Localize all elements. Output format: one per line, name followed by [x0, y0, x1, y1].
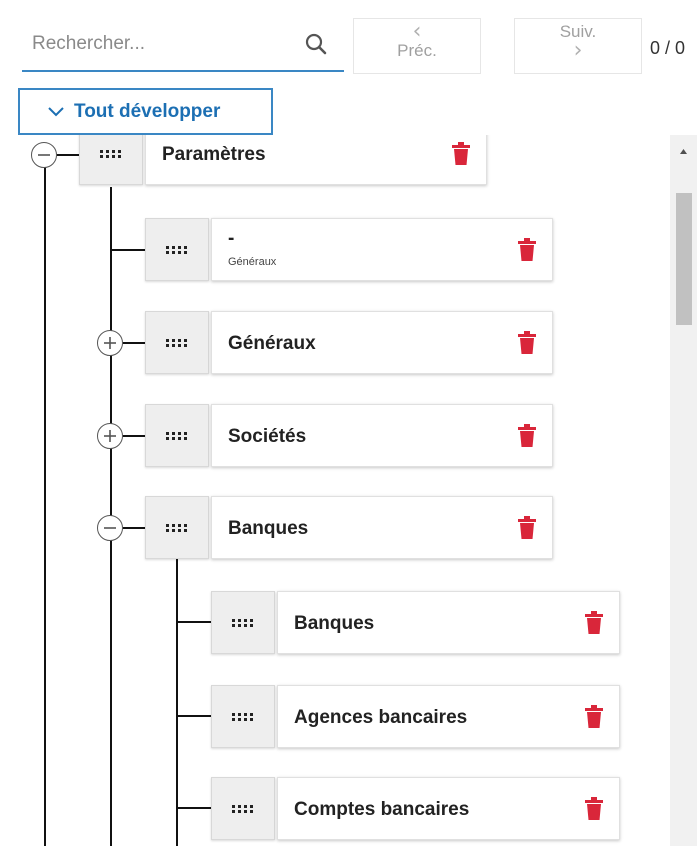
tree-view: Paramètres - Généraux Généraux Sociétés	[0, 135, 668, 846]
drag-handle[interactable]	[145, 404, 209, 467]
node-subtitle: Généraux	[228, 256, 277, 268]
result-counter: 0 / 0	[650, 38, 686, 58]
minus-circle-icon	[104, 527, 116, 529]
expand-toggle[interactable]	[97, 423, 123, 449]
search-icon[interactable]	[304, 32, 328, 56]
node-title: Sociétés	[228, 426, 307, 447]
tree-connector	[123, 342, 145, 344]
tree-node-agences-bancaires[interactable]: Agences bancaires	[277, 685, 620, 748]
drag-handle-icon	[100, 149, 121, 158]
trash-icon[interactable]	[517, 331, 537, 355]
node-title: Comptes bancaires	[294, 799, 470, 820]
tree-node-generaux[interactable]: Généraux	[211, 311, 553, 374]
chevron-right-icon: ›	[573, 38, 583, 63]
drag-handle-icon	[232, 804, 253, 813]
trash-icon[interactable]	[517, 238, 537, 262]
drag-handle-icon	[166, 431, 187, 440]
minus-circle-icon	[38, 154, 50, 156]
collapse-toggle[interactable]	[97, 515, 123, 541]
expand-all-label: Tout développer	[74, 100, 221, 122]
trash-icon[interactable]	[584, 611, 604, 635]
tree-connector	[176, 559, 178, 846]
chevron-down-icon	[48, 106, 64, 116]
tree-connector	[176, 715, 211, 717]
node-title: Généraux	[228, 333, 316, 354]
drag-handle[interactable]	[79, 135, 143, 185]
prev-button[interactable]: ‹ Préc.	[353, 18, 481, 74]
plus-circle-icon	[104, 337, 116, 349]
tree-node-comptes-bancaires[interactable]: Comptes bancaires	[277, 777, 620, 840]
drag-handle-icon	[232, 712, 253, 721]
tree-connector	[123, 527, 145, 529]
prev-label: Préc.	[397, 41, 437, 60]
tree-node-banques-child[interactable]: Banques	[277, 591, 620, 654]
trash-icon[interactable]	[584, 797, 604, 821]
tree-connector	[110, 249, 145, 251]
tree-connector	[123, 435, 145, 437]
scrollbar-thumb[interactable]	[676, 193, 692, 325]
drag-handle-icon	[166, 523, 187, 532]
tree-node-dash[interactable]: - Généraux	[211, 218, 553, 281]
vertical-scrollbar[interactable]	[670, 135, 697, 846]
trash-icon[interactable]	[451, 142, 471, 166]
tree-node-parametres[interactable]: Paramètres	[145, 135, 487, 185]
tree-connector	[176, 621, 211, 623]
expand-all-button[interactable]: Tout développer	[18, 88, 273, 135]
drag-handle[interactable]	[145, 311, 209, 374]
next-button[interactable]: Suiv. ›	[514, 18, 642, 74]
drag-handle[interactable]	[145, 496, 209, 559]
node-title: Banques	[294, 613, 375, 634]
drag-handle[interactable]	[211, 685, 275, 748]
expand-toggle[interactable]	[97, 330, 123, 356]
tree-connector	[44, 155, 46, 846]
node-title: -	[228, 228, 235, 249]
trash-icon[interactable]	[517, 516, 537, 540]
drag-handle[interactable]	[211, 777, 275, 840]
node-title: Agences bancaires	[294, 707, 468, 728]
tree-node-banques[interactable]: Banques	[211, 496, 553, 559]
drag-handle-icon	[232, 618, 253, 627]
chevron-left-icon: ‹	[412, 19, 422, 44]
node-title: Banques	[228, 518, 309, 539]
drag-handle[interactable]	[145, 218, 209, 281]
search-input[interactable]	[32, 30, 292, 58]
plus-circle-icon	[104, 430, 116, 442]
scroll-up-arrow-icon[interactable]	[670, 135, 697, 165]
search-box	[22, 16, 344, 72]
drag-handle[interactable]	[211, 591, 275, 654]
tree-node-societes[interactable]: Sociétés	[211, 404, 553, 467]
node-title: Paramètres	[162, 144, 266, 165]
tree-connector	[57, 154, 79, 156]
trash-icon[interactable]	[584, 705, 604, 729]
tree-editor: ‹ Préc. Suiv. › 0 / 0 Tout développer	[0, 0, 697, 846]
drag-handle-icon	[166, 338, 187, 347]
collapse-toggle[interactable]	[31, 142, 57, 168]
tree-connector	[176, 807, 211, 809]
drag-handle-icon	[166, 245, 187, 254]
trash-icon[interactable]	[517, 424, 537, 448]
